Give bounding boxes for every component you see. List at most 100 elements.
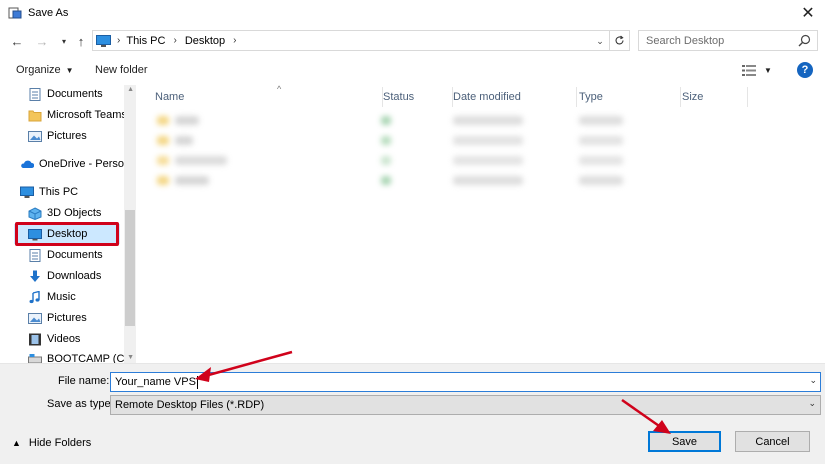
organize-label: Organize <box>16 64 61 76</box>
documents-icon <box>29 87 41 101</box>
nav-item-label: Music <box>47 291 76 303</box>
back-arrow-icon[interactable]: ← <box>8 31 26 51</box>
nav-item-this-pc[interactable]: This PC <box>20 182 78 202</box>
breadcrumb-chevron-icon: › <box>117 35 121 46</box>
column-header-label: Status <box>383 91 415 103</box>
column-header-label: Type <box>579 91 603 103</box>
window-title: Save As <box>28 7 69 19</box>
view-details-icon <box>742 64 756 76</box>
sort-ascending-icon: ^ <box>277 84 282 94</box>
nav-item-label: Pictures <box>47 130 87 142</box>
nav-item-pictures[interactable]: Pictures <box>28 308 87 328</box>
nav-item-bootcamp-drive[interactable]: BOOTCAMP (C:) <box>28 349 131 363</box>
onedrive-icon <box>21 160 34 168</box>
nav-item-videos[interactable]: Videos <box>28 329 80 349</box>
save-as-type-select[interactable]: Remote Desktop Files (*.RDP) ⌄ <box>110 395 821 415</box>
column-header-label: Size <box>682 91 704 103</box>
nav-item-label: This PC <box>39 186 79 198</box>
hide-folders-label: Hide Folders <box>28 437 92 449</box>
column-header-status[interactable]: Status <box>383 87 453 107</box>
column-header-label: Date modified <box>453 91 521 103</box>
view-options-button[interactable]: ▼ <box>742 60 772 80</box>
nav-item-label: 3D Objects <box>47 207 102 219</box>
save-as-type-value: Remote Desktop Files (*.RDP) <box>115 399 265 411</box>
organize-button[interactable]: Organize ▼ <box>16 60 74 80</box>
pc-icon <box>96 34 111 47</box>
cancel-button[interactable]: Cancel <box>735 431 810 452</box>
chevron-down-icon: ▼ <box>65 65 74 75</box>
music-icon <box>29 290 40 303</box>
breadcrumb-desktop[interactable]: Desktop <box>185 35 225 47</box>
chevron-up-icon: ▲ <box>12 438 21 448</box>
pictures-icon <box>28 130 42 142</box>
nav-item-label: Documents <box>47 88 103 100</box>
documents-icon <box>29 248 41 262</box>
save-button[interactable]: Save <box>648 431 721 452</box>
save-as-type-label: Save as type: <box>47 398 114 410</box>
nav-item-label: Documents <box>47 249 103 261</box>
nav-item-documents-quick[interactable]: Documents <box>28 85 103 104</box>
forward-arrow-icon[interactable]: → <box>33 31 51 51</box>
videos-icon <box>29 333 41 345</box>
command-bar: Organize ▼ New folder ▼ ? <box>0 57 825 83</box>
column-header-type[interactable]: Type <box>579 87 681 107</box>
nav-item-label: OneDrive - Person <box>39 158 131 170</box>
new-folder-button[interactable]: New folder <box>95 60 148 80</box>
folder-icon <box>28 110 42 121</box>
search-input[interactable] <box>646 32 802 49</box>
search-icon[interactable] <box>798 34 811 47</box>
list-item[interactable] <box>155 151 635 171</box>
nav-item-label: Pictures <box>47 312 87 324</box>
save-options-panel: File name: Your_name VPS ⌄ Save as type:… <box>0 363 825 464</box>
column-header-date-modified[interactable]: Date modified <box>453 87 577 107</box>
help-icon[interactable]: ? <box>797 62 813 78</box>
refresh-icon <box>615 35 624 45</box>
drive-icon <box>28 353 42 363</box>
address-bar[interactable]: › This PC › Desktop › ⌄ <box>92 30 610 51</box>
chevron-down-icon: ▼ <box>764 65 772 75</box>
downloads-icon <box>30 270 40 282</box>
up-arrow-icon[interactable]: ↑ <box>72 31 90 51</box>
refresh-button[interactable] <box>610 30 630 51</box>
save-as-app-icon <box>8 7 22 19</box>
desktop-highlight-annotation <box>15 222 119 246</box>
breadcrumb-this-pc[interactable]: This PC <box>126 35 165 47</box>
nav-item-downloads[interactable]: Downloads <box>28 266 101 286</box>
text-caret <box>196 375 198 389</box>
breadcrumb-chevron-icon: › <box>233 35 237 46</box>
breadcrumb-chevron-icon: › <box>173 35 177 46</box>
scroll-up-icon[interactable]: ▲ <box>127 86 134 93</box>
file-name-input[interactable]: Your_name VPS ⌄ <box>110 372 821 392</box>
nav-item-label: Videos <box>47 333 81 345</box>
nav-item-music[interactable]: Music <box>28 287 76 307</box>
close-icon[interactable]: ✕ <box>797 2 819 24</box>
list-item[interactable] <box>155 131 635 151</box>
hide-folders-toggle[interactable]: ▲ Hide Folders <box>12 437 91 449</box>
recent-locations-chevron-icon[interactable]: ▾ <box>55 31 73 51</box>
pictures-icon <box>28 312 42 324</box>
column-header-size[interactable]: Size <box>682 87 748 107</box>
nav-item-label: BOOTCAMP (C:) <box>47 353 132 363</box>
nav-item-label: Downloads <box>47 270 102 282</box>
file-name-value: Your_name VPS <box>115 376 196 388</box>
search-box <box>638 30 818 51</box>
file-list-pane: Name ^ Status Date modified Type Size <box>140 84 825 363</box>
chevron-down-icon: ⌄ <box>808 398 816 408</box>
title-bar: Save As ✕ <box>0 0 825 26</box>
column-header-label: Name <box>155 91 185 103</box>
address-dropdown-icon[interactable]: ⌄ <box>593 34 607 48</box>
nav-item-pictures-quick[interactable]: Pictures <box>28 126 87 146</box>
nav-item-microsoft-teams[interactable]: Microsoft Teams <box>28 105 127 125</box>
nav-item-documents[interactable]: Documents <box>28 245 103 265</box>
scroll-down-icon[interactable]: ▼ <box>127 354 134 361</box>
list-item[interactable] <box>155 171 635 191</box>
address-row: ← → ▾ ↑ › This PC › Desktop › ⌄ <box>0 28 825 54</box>
nav-item-onedrive[interactable]: OneDrive - Person <box>20 154 130 174</box>
chevron-down-icon[interactable]: ⌄ <box>809 375 817 386</box>
scrollbar-thumb[interactable] <box>125 210 135 326</box>
nav-item-3d-objects[interactable]: 3D Objects <box>28 203 101 223</box>
nav-pane-scrollbar[interactable]: ▲ ▼ <box>124 85 136 363</box>
list-item[interactable] <box>155 111 635 131</box>
column-header-name[interactable]: Name ^ <box>155 84 383 107</box>
pc-icon <box>20 186 34 198</box>
